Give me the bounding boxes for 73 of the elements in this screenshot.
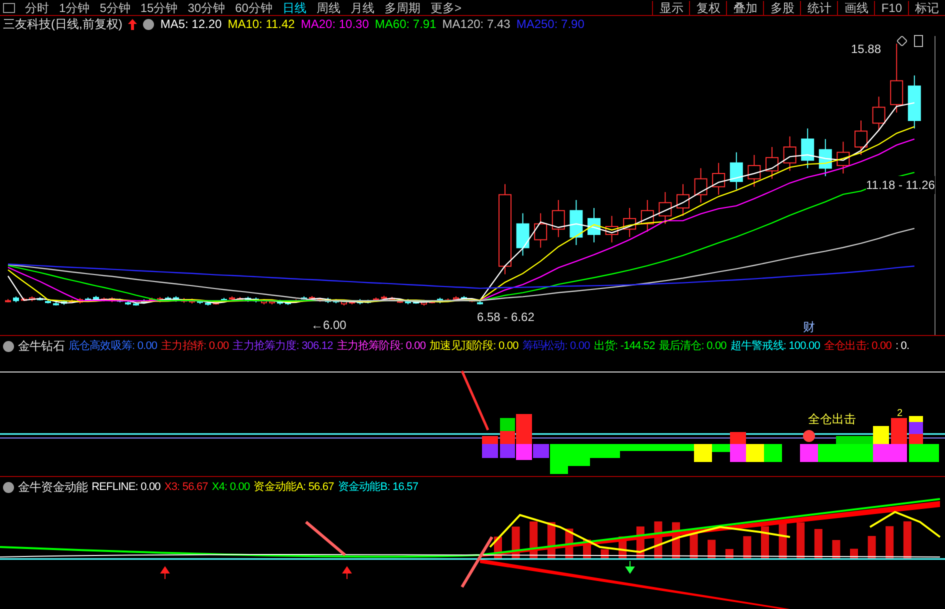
toolbar-button[interactable]: F10 <box>874 0 908 14</box>
period-tab[interactable]: 60分钟 <box>235 0 272 14</box>
moving-average-value: MA10: 11.42 <box>228 16 295 33</box>
indicator-value: X3: 56.67 <box>164 480 208 495</box>
flow-bar <box>868 536 876 559</box>
period-tab[interactable]: 5分钟 <box>100 0 130 14</box>
indicator-value: 主力抢筹力度: 306.12 <box>232 338 333 354</box>
indicator-value: 资金动能B: 16.57 <box>338 480 418 495</box>
down-arrow-icon <box>625 560 634 574</box>
toolbar-button[interactable]: 显示 <box>652 0 690 14</box>
toolbar-button[interactable]: 叠加 <box>726 0 764 14</box>
indicator-value: 加速见顶阶段: 0.00 <box>430 338 518 354</box>
period-tab[interactable]: 月线 <box>350 0 374 14</box>
flow-bar <box>886 526 894 559</box>
indicator-bar <box>764 444 782 462</box>
up-arrow-icon <box>160 566 170 580</box>
flow-bar <box>814 528 822 559</box>
panel-icon[interactable] <box>3 2 15 12</box>
period-tab[interactable]: 日线 <box>282 0 306 14</box>
window-icon[interactable] <box>914 35 923 47</box>
signal-label: 全仓出击 <box>808 411 856 428</box>
moving-average-value: MA5: 12.20 <box>160 16 222 33</box>
period-tab[interactable]: 更多> <box>430 0 462 14</box>
moving-average-value: MA120: 7.43 <box>442 16 510 33</box>
toolbar-button[interactable]: 画线 <box>837 0 874 14</box>
count-label: 2 <box>897 407 903 421</box>
toolbar-button[interactable]: 复权 <box>689 0 726 14</box>
period-tab[interactable]: 1分钟 <box>59 0 90 14</box>
toolbar-button[interactable]: 统计 <box>800 0 838 14</box>
period-tab[interactable]: 30分钟 <box>188 0 226 14</box>
period-tab[interactable]: 分时 <box>25 0 49 14</box>
price-range-label: 11.18 - 11.26 <box>866 176 935 194</box>
indicator-value: REFLINE: 0.00 <box>92 480 160 495</box>
indicator-value: 资金动能A: 56.67 <box>254 480 334 495</box>
flow-bar <box>796 522 805 559</box>
high-price-label: 15.88 <box>851 41 882 58</box>
price-range-label: 6.58 - 6.62 <box>477 309 534 326</box>
signal-dot <box>803 430 815 442</box>
indicator-title: 金牛钻石 <box>18 338 64 355</box>
indicator-value: 最后清仓: 0.00 <box>658 338 726 354</box>
indicator-value: 出货: -144.52 <box>594 338 655 354</box>
flow-bar <box>600 549 609 559</box>
period-tab[interactable]: 多周期 <box>384 0 420 14</box>
toolbar-button[interactable]: 多股 <box>763 0 800 14</box>
indicator-value: 主力抬轿: 0.00 <box>161 338 229 354</box>
moving-average-value: MA60: 7.91 <box>374 16 436 33</box>
up-arrow-icon <box>342 566 352 580</box>
diamond-icon[interactable] <box>897 36 907 46</box>
flow-bar <box>832 540 840 559</box>
collapse-icon[interactable] <box>143 18 154 30</box>
indicator-value: 主力抢筹阶段: 0.00 <box>336 338 426 354</box>
indicator-value: 筹码松动: 0.00 <box>522 338 590 354</box>
collapse-icon[interactable] <box>3 482 14 492</box>
indicator-value: : 0. <box>896 338 910 354</box>
indicator-value: 超牛警戒线: 100.00 <box>730 338 820 354</box>
flow-bar <box>743 536 752 559</box>
collapse-icon[interactable] <box>3 340 14 352</box>
indicator-value: 底仓高效吸筹: 0.00 <box>68 338 158 354</box>
indicator-value: X4: 0.00 <box>212 480 250 495</box>
period-tab[interactable]: 15分钟 <box>140 0 178 14</box>
period-tab[interactable]: 周线 <box>316 0 340 14</box>
chart-title: 三友科技(日线,前复权) <box>3 16 122 33</box>
flow-bar <box>903 521 912 559</box>
flow-bar <box>761 526 769 559</box>
moving-average-value: MA250: 7.90 <box>516 16 584 33</box>
low-price-label: ←6.00 <box>311 317 346 334</box>
indicator-value: 全仓出击: 0.00 <box>824 338 892 354</box>
event-marker: 财 <box>803 321 815 334</box>
indicator-title: 金牛资金动能 <box>18 479 88 496</box>
toolbar-button[interactable]: 标记 <box>908 0 945 14</box>
moving-average-value: MA20: 10.30 <box>300 16 369 33</box>
up-arrow-icon <box>128 18 138 30</box>
flow-bar <box>708 540 716 559</box>
